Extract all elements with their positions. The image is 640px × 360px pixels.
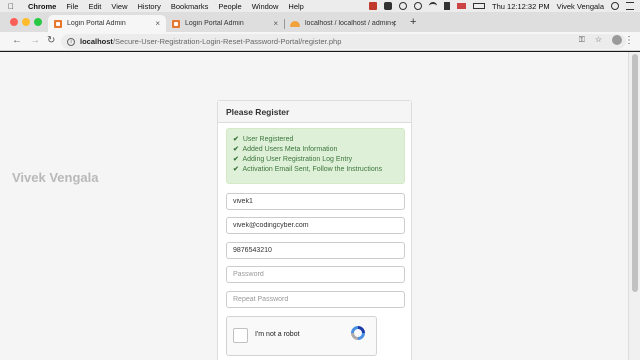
check-icon: ✔ bbox=[233, 156, 239, 163]
menu-view[interactable]: View bbox=[111, 2, 127, 11]
check-icon: ✔ bbox=[233, 136, 239, 143]
register-panel: Please Register ✔ User Registered ✔ Adde… bbox=[217, 100, 412, 360]
alert-text: Adding User Registration Log Entry bbox=[242, 156, 353, 163]
phone-field[interactable] bbox=[226, 242, 405, 259]
panel-title: Please Register bbox=[218, 101, 411, 123]
scrollbar-thumb[interactable] bbox=[632, 54, 638, 292]
menu-clock[interactable]: Thu 12:12:32 PM bbox=[492, 2, 550, 11]
tab-close-icon[interactable]: × bbox=[273, 19, 278, 28]
menu-help[interactable]: Help bbox=[288, 2, 303, 11]
page-viewport: Vivek Vengala Please Register ✔ User Reg… bbox=[0, 52, 628, 360]
back-button[interactable]: ← bbox=[12, 35, 22, 46]
bookmark-star-icon[interactable]: ☆ bbox=[595, 35, 602, 45]
search-icon[interactable] bbox=[611, 2, 619, 10]
alert-text: User Registered bbox=[242, 136, 294, 143]
recaptcha-logo-icon bbox=[351, 326, 365, 340]
tab-title: localhost / localhost / admin-p bbox=[305, 20, 396, 27]
tab-close-icon[interactable]: × bbox=[391, 19, 396, 28]
menu-file[interactable]: File bbox=[66, 2, 78, 11]
flag-icon[interactable] bbox=[457, 3, 467, 9]
tab-title: Login Portal Admin bbox=[67, 20, 126, 27]
tab-close-icon[interactable]: × bbox=[155, 19, 160, 28]
mac-menu-bar:  Chrome File Edit View History Bookmark… bbox=[0, 0, 640, 12]
username-field[interactable] bbox=[226, 193, 405, 210]
time-machine-icon[interactable] bbox=[399, 2, 408, 10]
password-field[interactable] bbox=[226, 266, 405, 283]
repeat-password-field[interactable] bbox=[226, 291, 405, 308]
window-minimize-button[interactable] bbox=[22, 18, 30, 26]
window-zoom-button[interactable] bbox=[34, 18, 42, 26]
tab-favicon-icon bbox=[54, 19, 62, 28]
browser-tab[interactable]: localhost / localhost / admin-p × bbox=[284, 15, 402, 32]
recaptcha-label: I'm not a robot bbox=[255, 331, 300, 338]
apple-icon[interactable]:  bbox=[8, 2, 18, 11]
site-info-icon[interactable]: i bbox=[67, 37, 75, 46]
reload-button[interactable]: ↻ bbox=[47, 35, 55, 46]
menu-history[interactable]: History bbox=[138, 2, 161, 11]
recaptcha-checkbox[interactable] bbox=[233, 328, 248, 343]
email-field[interactable] bbox=[226, 217, 405, 234]
address-bar[interactable]: i localhost /Secure-User-Registration-Lo… bbox=[61, 34, 626, 49]
address-path: /Secure-User-Registration-Login-Reset-Pa… bbox=[112, 37, 342, 46]
alert-line: ✔ User Registered bbox=[233, 135, 398, 145]
alert-text: Added Users Meta Information bbox=[242, 146, 338, 153]
record-icon[interactable] bbox=[369, 2, 378, 10]
alert-text: Activation Email Sent, Follow the Instru… bbox=[242, 166, 383, 173]
key-icon[interactable]: ⚿ bbox=[579, 35, 585, 45]
alert-line: ✔ Activation Email Sent, Follow the Inst… bbox=[233, 165, 398, 175]
recaptcha-widget: I'm not a robot bbox=[226, 316, 377, 356]
chrome-menu-icon[interactable]: ⋮ bbox=[624, 35, 634, 46]
menu-app-name[interactable]: Chrome bbox=[28, 2, 56, 11]
new-tab-button[interactable]: + bbox=[410, 16, 416, 28]
volume-icon[interactable] bbox=[444, 2, 451, 10]
browser-tab-active[interactable]: Login Portal Admin × bbox=[48, 15, 166, 32]
menu-edit[interactable]: Edit bbox=[88, 2, 101, 11]
success-alert: ✔ User Registered ✔ Added Users Meta Inf… bbox=[226, 128, 405, 184]
battery-icon[interactable] bbox=[473, 3, 486, 9]
menu-user[interactable]: Vivek Vengala bbox=[557, 2, 604, 11]
check-icon: ✔ bbox=[233, 146, 239, 153]
address-host: localhost bbox=[80, 37, 113, 46]
window-close-button[interactable] bbox=[10, 18, 18, 26]
app-icon[interactable] bbox=[384, 2, 393, 10]
alert-line: ✔ Added Users Meta Information bbox=[233, 145, 398, 155]
phpmyadmin-favicon-icon bbox=[290, 20, 300, 28]
tab-title: Login Portal Admin bbox=[185, 20, 244, 27]
profile-avatar[interactable] bbox=[612, 35, 622, 45]
watermark-text: Vivek Vengala bbox=[12, 170, 99, 185]
menu-window[interactable]: Window bbox=[252, 2, 279, 11]
forward-button[interactable]: → bbox=[30, 35, 40, 46]
alert-line: ✔ Adding User Registration Log Entry bbox=[233, 155, 398, 165]
browser-toolbar: ← → ↻ i localhost /Secure-User-Registrat… bbox=[0, 32, 640, 51]
tab-favicon-icon bbox=[172, 19, 180, 28]
notification-center-icon[interactable] bbox=[626, 2, 634, 10]
browser-tab-strip: Login Portal Admin × Login Portal Admin … bbox=[0, 12, 640, 32]
menu-bookmarks[interactable]: Bookmarks bbox=[171, 2, 209, 11]
page-scrollbar[interactable] bbox=[628, 52, 640, 360]
check-icon: ✔ bbox=[233, 166, 239, 173]
menu-people[interactable]: People bbox=[218, 2, 241, 11]
sync-icon[interactable] bbox=[414, 2, 423, 10]
wifi-icon[interactable] bbox=[429, 2, 438, 10]
browser-tab[interactable]: Login Portal Admin × bbox=[166, 15, 284, 32]
